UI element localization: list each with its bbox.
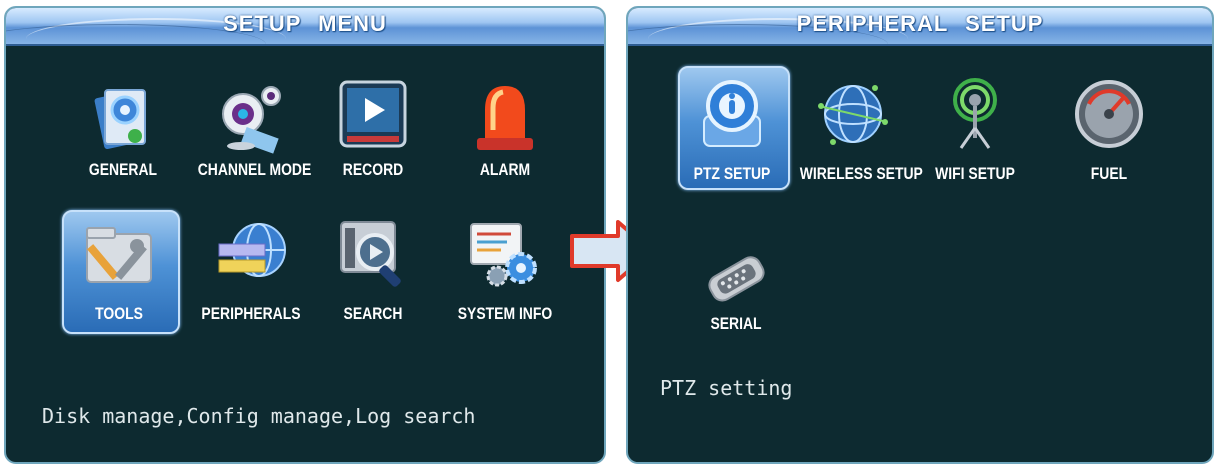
menu-label-search: SEARCH xyxy=(343,304,403,323)
peripheral-setup-titlebar: PERIPHERAL SETUP xyxy=(628,8,1212,46)
fuel-gauge-icon xyxy=(1075,80,1143,148)
menu-item-record[interactable]: RECORD xyxy=(308,76,438,206)
menu-item-search[interactable]: SEARCH xyxy=(308,212,438,342)
menu-label-ptz-setup: PTZ SETUP xyxy=(693,164,771,183)
wireless-globe-icon xyxy=(818,85,888,145)
menu-label-wifi-setup: WIFI SETUP xyxy=(935,164,1015,183)
peripheral-setup-panel: PERIPHERAL SETUP PTZ SETUP WIRELESS SETU… xyxy=(626,6,1214,464)
menu-label-serial: SERIAL xyxy=(710,314,762,333)
menu-label-general: GENERAL xyxy=(88,160,158,179)
menu-item-fuel[interactable]: FUEL xyxy=(1044,72,1174,202)
menu-label-record: RECORD xyxy=(342,160,404,179)
menu-label-alarm: ALARM xyxy=(479,160,531,179)
system-info-gears-icon xyxy=(470,223,537,287)
general-settings-icon xyxy=(94,89,146,150)
menu-item-system-info[interactable]: SYSTEM INFO xyxy=(440,212,570,342)
alarm-siren-icon xyxy=(477,86,533,150)
menu-item-serial[interactable]: SERIAL xyxy=(671,236,801,366)
record-play-icon xyxy=(339,80,407,148)
search-icon xyxy=(340,221,401,287)
menu-label-fuel: FUEL xyxy=(1090,164,1128,183)
menu-item-tools[interactable]: TOOLS xyxy=(54,212,184,342)
setup-menu-hint: Disk manage,Config manage,Log search xyxy=(42,404,476,428)
menu-item-channel-mode[interactable]: CHANNEL MODE xyxy=(186,76,316,206)
webcam-icon xyxy=(222,86,281,154)
peripheral-setup-title: PERIPHERAL SETUP xyxy=(796,11,1044,36)
setup-menu-titlebar: SETUP MENU xyxy=(6,8,604,46)
menu-label-tools: TOOLS xyxy=(95,304,143,323)
globe-peripherals-icon xyxy=(218,223,286,277)
menu-label-wireless-setup: WIRELESS SETUP xyxy=(799,164,923,183)
menu-label-system-info: SYSTEM INFO xyxy=(457,304,553,323)
wifi-antenna-icon xyxy=(953,78,997,149)
tools-icon xyxy=(86,227,152,283)
menu-item-general[interactable]: GENERAL xyxy=(58,76,188,206)
menu-item-wifi-setup[interactable]: WIFI SETUP xyxy=(910,72,1040,202)
menu-item-wireless-setup[interactable]: WIRELESS SETUP xyxy=(788,72,923,202)
menu-item-peripherals[interactable]: PERIPHERALS xyxy=(186,212,316,342)
menu-item-alarm[interactable]: ALARM xyxy=(440,76,570,206)
serial-port-icon xyxy=(708,256,765,302)
ptz-camera-icon xyxy=(703,80,761,147)
peripheral-setup-hint: PTZ setting xyxy=(660,376,793,400)
setup-menu-panel: SETUP MENU GENERAL CHANNEL MODE RECORD A… xyxy=(4,6,606,464)
menu-label-peripherals: PERIPHERALS xyxy=(201,304,301,323)
menu-item-ptz-setup[interactable]: PTZ SETUP xyxy=(667,72,797,202)
menu-label-channel-mode: CHANNEL MODE xyxy=(197,160,312,179)
setup-menu-title: SETUP MENU xyxy=(223,11,387,36)
